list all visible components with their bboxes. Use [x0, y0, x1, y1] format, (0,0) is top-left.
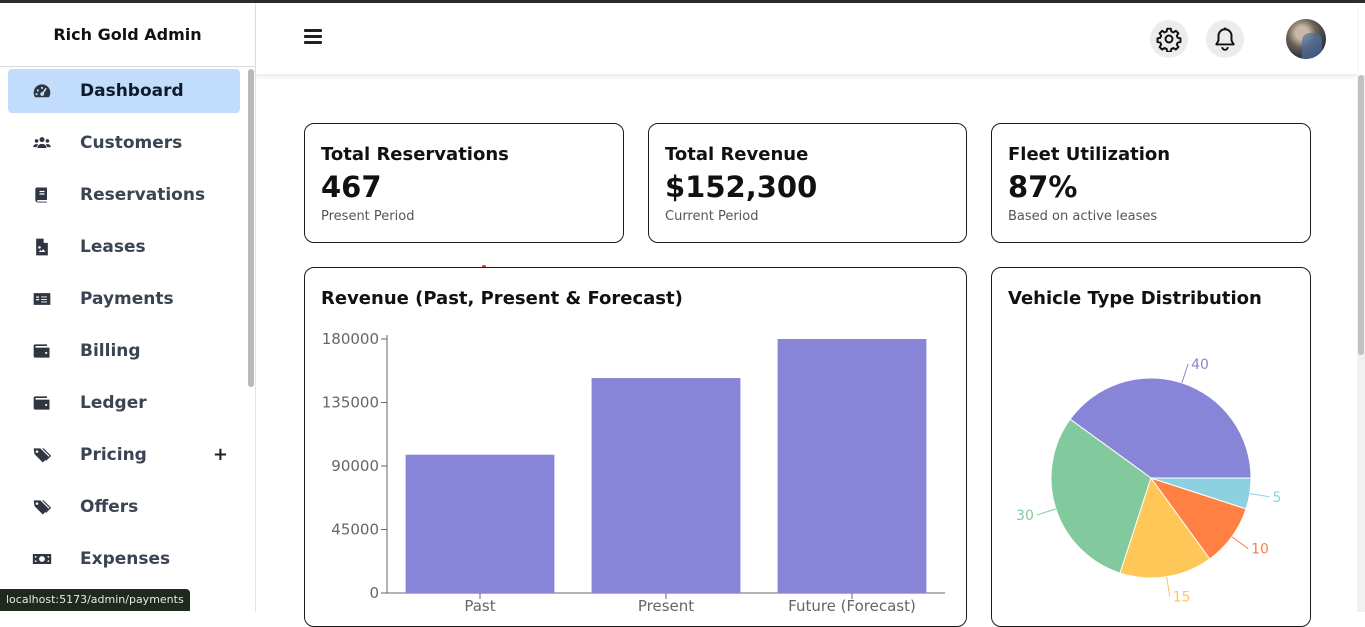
stat-title: Fleet Utilization — [1008, 144, 1171, 165]
stat-title: Total Revenue — [665, 144, 809, 165]
users-icon — [30, 131, 54, 155]
hamburger-icon[interactable] — [304, 29, 322, 47]
pie-slice-label: 30 — [1016, 508, 1034, 524]
y-tick-label: 135000 — [322, 394, 379, 412]
page-scrollbar-thumb[interactable] — [1358, 75, 1364, 355]
bar[interactable] — [591, 378, 741, 593]
book-icon — [30, 183, 54, 207]
y-tick-label: 0 — [369, 584, 379, 602]
bell-icon — [1215, 27, 1235, 51]
sidebar-item-label: Payments — [80, 289, 174, 309]
browser-status-url: localhost:5173/admin/payments — [0, 589, 190, 611]
sidebar: Rich Gold Admin Dashboard Customers Rese… — [0, 3, 256, 612]
sidebar-item-label: Leases — [80, 237, 146, 257]
vehicle-pie-chart: 40 30 15 10 5 — [1016, 357, 1282, 606]
sidebar-item-label: Billing — [80, 341, 141, 361]
pie-label-line — [1231, 536, 1249, 549]
y-tick-label: 180000 — [322, 330, 379, 348]
brand-title: Rich Gold Admin — [0, 3, 255, 67]
gear-icon — [1156, 27, 1182, 52]
stat-card-reservations: Total Reservations 467 Present Period — [304, 123, 624, 243]
stat-card-revenue: Total Revenue $152,300 Current Period — [648, 123, 967, 243]
sidebar-item-label: Expenses — [80, 549, 171, 569]
page-scrollbar[interactable] — [1357, 75, 1365, 612]
sidebar-item-ledger[interactable]: Ledger — [8, 381, 240, 425]
x-tick-label: Past — [464, 597, 495, 615]
sidebar-item-label: Customers — [80, 133, 183, 153]
bar[interactable] — [777, 339, 927, 593]
stat-subtitle: Current Period — [665, 209, 759, 224]
y-tick-label: 90000 — [331, 457, 379, 475]
user-avatar[interactable] — [1286, 19, 1326, 59]
sidebar-item-pricing[interactable]: Pricing + — [8, 433, 240, 477]
pie-label-line — [1166, 576, 1171, 597]
pie-slice-label: 15 — [1173, 590, 1191, 606]
pie-slice-label: 5 — [1273, 490, 1282, 506]
pie-label-line — [1249, 493, 1270, 498]
sidebar-item-payments[interactable]: Payments — [8, 277, 240, 321]
bar[interactable] — [405, 454, 555, 593]
x-tick-label: Present — [638, 597, 694, 615]
sidebar-item-offers[interactable]: Offers — [8, 485, 240, 529]
notifications-button[interactable] — [1206, 20, 1244, 58]
vehicle-chart-card: Vehicle Type Distribution 40 30 15 10 5 — [991, 267, 1311, 627]
pie-slice-label: 40 — [1191, 357, 1209, 373]
stat-card-fleet-utilization: Fleet Utilization 87% Based on active le… — [991, 123, 1311, 243]
sidebar-nav: Dashboard Customers Reservations Leases … — [0, 67, 255, 581]
tags-icon — [30, 443, 54, 467]
file-image-icon — [30, 235, 54, 259]
wallet-icon — [30, 339, 54, 363]
stat-subtitle: Based on active leases — [1008, 209, 1158, 224]
sidebar-item-label: Ledger — [80, 393, 147, 413]
x-tick-label: Future (Forecast) — [788, 597, 916, 615]
revenue-bar-chart: 0 45000 90000 135000 180000 Past Present Future… — [322, 330, 945, 615]
sidebar-item-label: Pricing — [80, 445, 147, 465]
sidebar-item-customers[interactable]: Customers — [8, 121, 240, 165]
tags-icon — [30, 495, 54, 519]
pie-label-line — [1181, 363, 1189, 384]
sidebar-item-label: Dashboard — [80, 81, 184, 101]
stat-subtitle: Present Period — [321, 209, 415, 224]
money-check-icon — [30, 287, 54, 311]
sidebar-item-expenses[interactable]: Expenses — [8, 537, 240, 581]
stat-value: 467 — [321, 170, 382, 204]
top-header — [256, 3, 1357, 75]
pie-label-line — [1036, 508, 1057, 516]
sidebar-item-label: Offers — [80, 497, 139, 517]
sidebar-item-dashboard[interactable]: Dashboard — [8, 69, 240, 113]
settings-button[interactable] — [1150, 20, 1188, 58]
stat-value: 87% — [1008, 170, 1078, 204]
revenue-chart-card: Revenue (Past, Present & Forecast) 0 4500… — [304, 267, 967, 627]
stat-value: $152,300 — [665, 170, 818, 204]
dashboard-icon — [30, 79, 54, 103]
sidebar-item-reservations[interactable]: Reservations — [8, 173, 240, 217]
sidebar-item-label: Reservations — [80, 185, 206, 205]
money-bill-icon — [30, 547, 54, 571]
wallet-icon — [30, 391, 54, 415]
pricing-expand-icon[interactable]: + — [213, 444, 228, 465]
pie-slice-label: 10 — [1251, 542, 1269, 558]
sidebar-scrollbar[interactable] — [248, 69, 254, 387]
sidebar-item-billing[interactable]: Billing — [8, 329, 240, 373]
stat-title: Total Reservations — [321, 144, 509, 165]
sidebar-item-leases[interactable]: Leases — [8, 225, 240, 269]
y-tick-label: 45000 — [331, 521, 379, 539]
